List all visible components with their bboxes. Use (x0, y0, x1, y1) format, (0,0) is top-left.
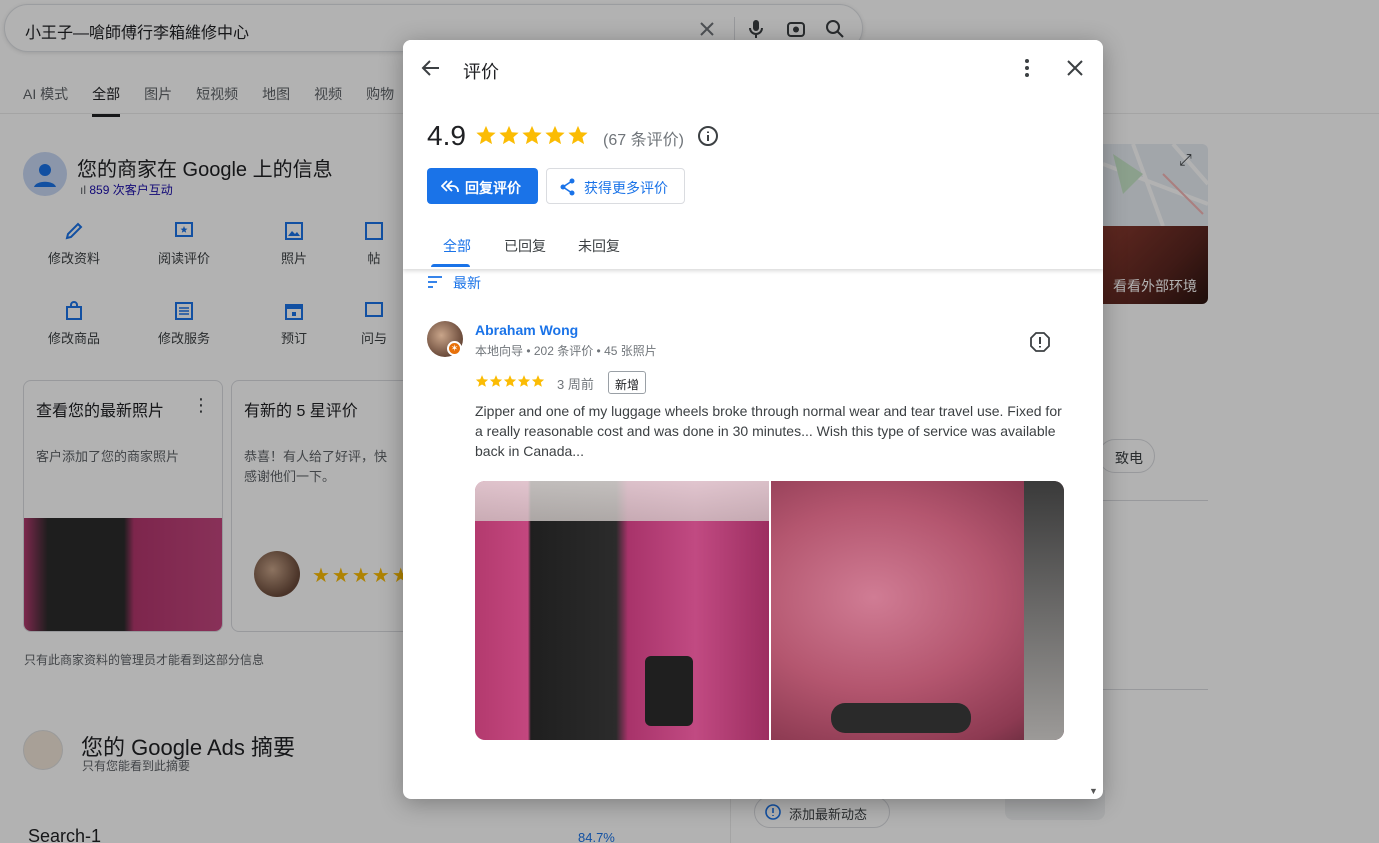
star-icon (522, 125, 542, 145)
back-arrow-icon[interactable] (419, 56, 443, 80)
star-icon (476, 125, 496, 145)
tab-all-reviews[interactable]: 全部 (443, 236, 471, 256)
luggage-wheel (831, 703, 971, 733)
star-icon (489, 375, 503, 387)
star-icon (531, 375, 545, 387)
reviews-dialog-header: 评价 4.9 (67 条评价) 回复评价 获得更多评价 全部 已回复 未回复 (403, 40, 1103, 269)
review-photos (475, 481, 1064, 740)
review-photo-zipper[interactable] (475, 481, 769, 740)
star-icon (545, 125, 565, 145)
review-time: 3 周前 (557, 377, 594, 392)
rating-stars (475, 124, 589, 146)
photo-background (1024, 481, 1064, 740)
scroll-down-arrow-icon[interactable]: ▼ (1089, 786, 1098, 796)
get-more-reviews-button[interactable]: 获得更多评价 (546, 168, 685, 204)
reviewer-name[interactable]: Abraham Wong (475, 322, 578, 338)
local-guide-badge-icon: ✶ (447, 341, 462, 356)
reviewer-meta: 本地向导 • 202 条评价 • 45 张照片 (475, 344, 657, 358)
tab-replied[interactable]: 已回复 (504, 236, 546, 256)
star-icon (475, 375, 489, 387)
sort-label: 最新 (453, 275, 481, 291)
star-icon (568, 125, 588, 145)
more-vert-icon[interactable] (1015, 56, 1039, 80)
sort-icon (428, 276, 442, 288)
tab-unreplied[interactable]: 未回复 (578, 236, 620, 256)
reviews-dialog: 评价 4.9 (67 条评价) 回复评价 获得更多评价 全部 已回复 未回复 最… (403, 40, 1103, 799)
new-badge: 新增 (608, 371, 647, 394)
review-text: Zipper and one of my luggage wheels brok… (475, 403, 1062, 459)
dialog-title: 评价 (463, 62, 499, 82)
review-count: (67 条评价) (603, 132, 684, 149)
active-tab-indicator (431, 264, 470, 267)
close-icon[interactable] (1063, 56, 1087, 80)
reply-reviews-label: 回复评价 (465, 180, 521, 196)
photo-background (475, 481, 769, 521)
share-icon (560, 178, 575, 196)
review-photo-wheel[interactable] (771, 481, 1064, 740)
star-icon (503, 375, 517, 387)
star-icon (517, 375, 531, 387)
info-icon[interactable] (697, 125, 719, 147)
reply-all-icon (441, 180, 459, 192)
report-icon[interactable] (1029, 331, 1051, 353)
luggage-lock (645, 656, 693, 726)
get-more-reviews-label: 获得更多评价 (584, 180, 668, 196)
review-stars (475, 374, 545, 388)
average-rating: 4.9 (427, 120, 466, 151)
reviews-list: 最新 ✶ Abraham Wong 本地向导 • 202 条评价 • 45 张照… (403, 269, 1103, 799)
star-icon (499, 125, 519, 145)
reply-reviews-button[interactable]: 回复评价 (427, 168, 538, 204)
